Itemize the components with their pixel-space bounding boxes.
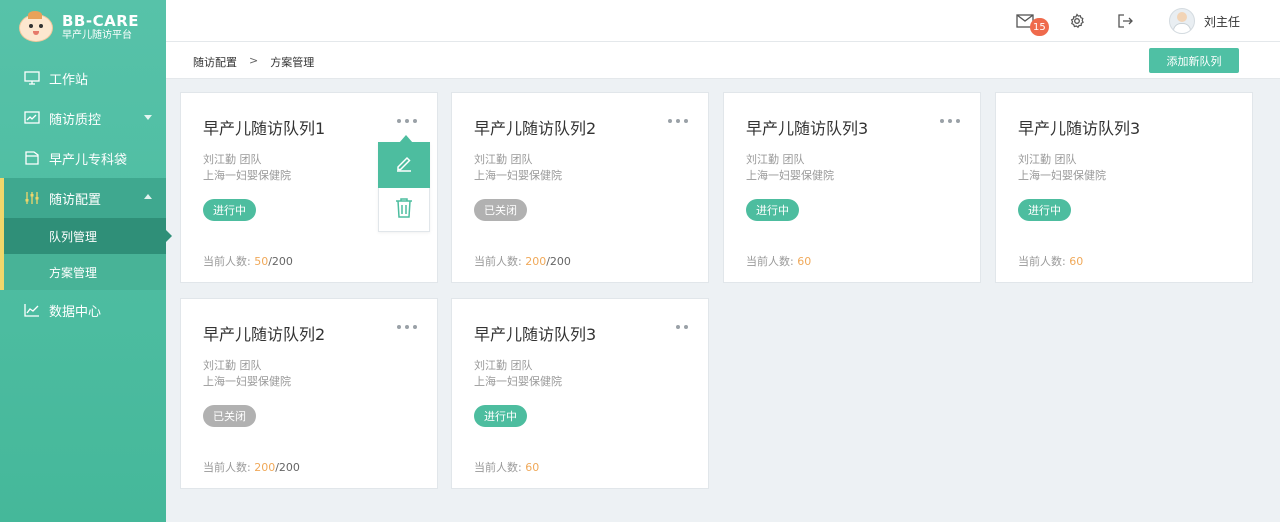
sidebar-item-label: 数据中心 — [49, 304, 102, 320]
breadcrumb-bar: 随访配置 > 方案管理 添加新队列 — [166, 42, 1280, 79]
brand-logo[interactable]: BB-CARE 早产儿随访平台 — [0, 0, 166, 54]
sliders-icon — [24, 190, 40, 206]
total-count: /200 — [275, 461, 300, 474]
card-count: 当前人数: 60 — [1018, 255, 1084, 268]
sidebar-item-followup-config[interactable]: 随访配置 — [0, 178, 166, 218]
brand-title: BB-CARE — [62, 11, 140, 30]
current-count: 200 — [254, 461, 276, 474]
card-owner: 刘江勤 团队 — [203, 153, 262, 166]
sidebar-item-label: 早产儿专科袋 — [49, 152, 128, 168]
queue-card[interactable]: 早产儿随访队列3 刘江勤 团队 上海一妇婴保健院 进行中 当前人数: 60 — [723, 92, 981, 283]
monitor-icon — [24, 70, 40, 86]
avatar[interactable] — [1169, 8, 1195, 34]
card-owner: 刘江勤 团队 — [474, 153, 533, 166]
line-chart-icon — [24, 302, 40, 318]
sidebar-item-label: 随访质控 — [49, 112, 102, 128]
chevron-up-icon — [144, 194, 152, 199]
more-options-icon[interactable] — [676, 325, 688, 329]
card-owner: 刘江勤 团队 — [203, 359, 262, 372]
sidebar-item-workstation[interactable]: 工作站 — [0, 58, 166, 98]
delete-button[interactable] — [379, 188, 429, 232]
card-title: 早产儿随访队列3 — [1018, 119, 1141, 138]
sidebar-item-followup-qc[interactable]: 随访质控 — [0, 98, 166, 138]
card-owner: 刘江勤 团队 — [1018, 153, 1077, 166]
top-bar: 15 刘主任 — [166, 0, 1280, 42]
breadcrumb: 随访配置 > 方案管理 — [193, 54, 314, 70]
chart-board-icon — [24, 110, 40, 126]
breadcrumb-parent[interactable]: 随访配置 — [193, 54, 237, 70]
card-title: 早产儿随访队列1 — [203, 119, 326, 138]
queue-card[interactable]: 早产儿随访队列2 刘江勤 团队 上海一妇婴保健院 已关闭 当前人数: 200/2… — [180, 298, 438, 489]
card-hospital: 上海一妇婴保健院 — [746, 169, 834, 182]
sidebar: BB-CARE 早产儿随访平台 工作站 随访质控 早产儿专科袋 随访配置 队列管… — [0, 0, 172, 522]
breadcrumb-separator: > — [249, 54, 259, 67]
card-hospital: 上海一妇婴保健院 — [203, 169, 291, 182]
sidebar-item-label: 工作站 — [49, 72, 89, 88]
card-owner: 刘江勤 团队 — [474, 359, 533, 372]
more-options-icon[interactable] — [940, 119, 960, 123]
card-title: 早产儿随访队列2 — [474, 119, 597, 138]
edit-button[interactable] — [378, 142, 430, 188]
queue-card[interactable]: 早产儿随访队列3 刘江勤 团队 上海一妇婴保健院 进行中 当前人数: 60 — [995, 92, 1253, 283]
card-title: 早产儿随访队列3 — [474, 325, 597, 344]
total-count: /200 — [546, 255, 571, 268]
sidebar-subitem-label: 方案管理 — [49, 265, 98, 280]
gear-icon[interactable] — [1068, 12, 1086, 30]
current-count: 50 — [254, 255, 269, 268]
card-action-menu — [378, 135, 430, 232]
sidebar-item-data-center[interactable]: 数据中心 — [0, 290, 166, 330]
card-count: 当前人数: 60 — [474, 461, 540, 474]
trash-icon — [394, 197, 414, 223]
folder-icon — [24, 150, 40, 166]
current-count: 60 — [1069, 255, 1084, 268]
baby-face-logo-icon — [16, 10, 56, 44]
status-badge: 进行中 — [1018, 199, 1071, 221]
current-count: 60 — [525, 461, 540, 474]
card-hospital: 上海一妇婴保健院 — [1018, 169, 1106, 182]
card-hospital: 上海一妇婴保健院 — [203, 375, 291, 388]
current-count: 200 — [525, 255, 547, 268]
sidebar-nav: 工作站 随访质控 早产儿专科袋 随访配置 队列管理 方案管理 数据中心 — [0, 58, 172, 330]
breadcrumb-current: 方案管理 — [270, 56, 315, 69]
add-queue-button[interactable]: 添加新队列 — [1149, 48, 1239, 73]
card-hospital: 上海一妇婴保健院 — [474, 375, 562, 388]
user-name[interactable]: 刘主任 — [1204, 13, 1240, 30]
pencil-icon — [394, 153, 414, 177]
more-options-icon[interactable] — [397, 325, 417, 329]
card-count: 当前人数: 50/200 — [203, 255, 293, 268]
current-count: 60 — [797, 255, 812, 268]
queue-card[interactable]: 早产儿随访队列3 刘江勤 团队 上海一妇婴保健院 进行中 当前人数: 60 — [451, 298, 709, 489]
card-count: 当前人数: 60 — [746, 255, 812, 268]
card-hospital: 上海一妇婴保健院 — [474, 169, 562, 182]
more-options-icon[interactable] — [397, 119, 417, 123]
card-count: 当前人数: 200/200 — [203, 461, 300, 474]
chevron-down-icon — [144, 115, 152, 120]
card-title: 早产儿随访队列3 — [746, 119, 869, 138]
status-badge: 已关闭 — [203, 405, 256, 427]
logout-icon[interactable] — [1116, 12, 1134, 30]
sidebar-item-label: 随访配置 — [49, 192, 102, 208]
status-badge: 进行中 — [203, 199, 256, 221]
status-badge: 进行中 — [474, 405, 527, 427]
card-count: 当前人数: 200/200 — [474, 255, 571, 268]
card-owner: 刘江勤 团队 — [746, 153, 805, 166]
queue-card[interactable]: 早产儿随访队列2 刘江勤 团队 上海一妇婴保健院 已关闭 当前人数: 200/2… — [451, 92, 709, 283]
card-title: 早产儿随访队列2 — [203, 325, 326, 344]
sidebar-subitem-queue-management[interactable]: 队列管理 — [0, 218, 172, 254]
sidebar-item-preterm-bag[interactable]: 早产儿专科袋 — [0, 138, 166, 178]
sidebar-subitem-label: 队列管理 — [49, 229, 98, 244]
notification-badge[interactable]: 15 — [1030, 18, 1049, 36]
status-badge: 已关闭 — [474, 199, 527, 221]
more-options-icon[interactable] — [668, 119, 688, 123]
total-count: /200 — [268, 255, 293, 268]
brand-subtitle: 早产儿随访平台 — [62, 29, 132, 41]
status-badge: 进行中 — [746, 199, 799, 221]
sidebar-subitem-plan-management[interactable]: 方案管理 — [0, 254, 166, 290]
